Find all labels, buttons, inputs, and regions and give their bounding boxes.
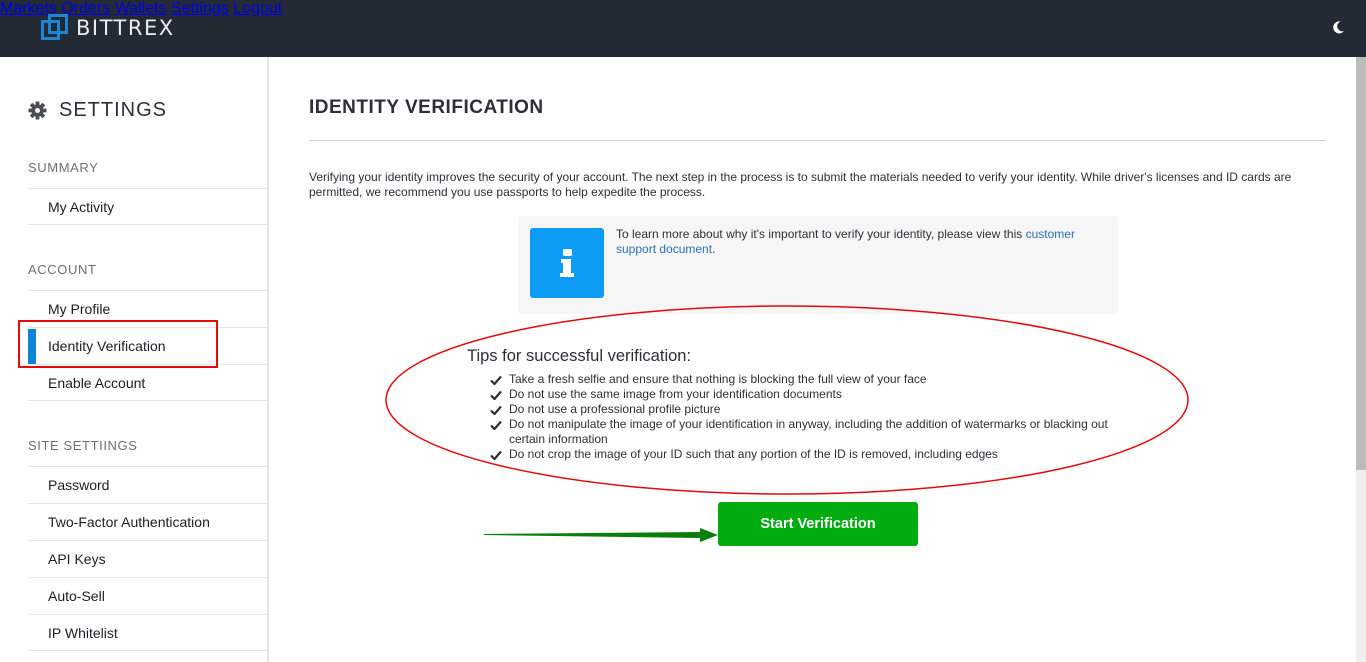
nav-logout[interactable]: Logout [233,0,282,17]
checkmark-icon [490,450,502,460]
bittrex-logo[interactable]: BITTREX [41,14,175,41]
title-divider [309,140,1326,141]
section-label-summary: SUMMARY [28,160,99,175]
sidebar-title: SETTINGS [28,99,167,122]
start-verification-button[interactable]: Start Verification [718,502,918,546]
section-label-site-settings: SITE SETTIINGS [28,438,138,453]
page-title: IDENTITY VERIFICATION [309,97,544,118]
annotation-arrow-icon [484,528,718,542]
info-icon [530,228,604,298]
moon-icon[interactable] [1330,19,1346,35]
info-text-end: . [712,242,716,256]
brand-name: BITTREX [76,15,175,40]
sidebar-item-ip-whitelist[interactable]: IP Whitelist [28,614,267,651]
nav-settings[interactable]: Settings [171,0,229,17]
page-scrollbar[interactable] [1356,57,1366,662]
checkmark-icon [490,405,502,415]
checkmark-icon [490,420,502,430]
tip-item: Do not manipulate the image of your iden… [489,417,1139,447]
top-navbar: BITTREX Markets Orders Wallets Settings … [0,0,1366,57]
tip-text: Do not use a professional profile pictur… [509,402,721,416]
info-text: To learn more about why it's important t… [616,227,1111,257]
checkmark-icon [490,390,502,400]
tip-text: Do not crop the image of your ID such th… [509,447,998,461]
info-text-body: To learn more about why it's important t… [616,227,1026,241]
tip-text: Do not manipulate the image of your iden… [509,417,1108,446]
sidebar-item-password[interactable]: Password [28,466,267,503]
sidebar-item-enable-account[interactable]: Enable Account [28,364,267,401]
tip-item: Do not use the same image from your iden… [489,387,1139,402]
tips-list: Take a fresh selfie and ensure that noth… [489,372,1139,462]
sidebar-item-two-factor-authentication[interactable]: Two-Factor Authentication [28,503,267,540]
scrollbar-thumb[interactable] [1356,57,1366,470]
tips-title: Tips for successful verification: [467,347,692,365]
sidebar-item-my-profile[interactable]: My Profile [28,290,267,327]
tip-item: Do not use a professional profile pictur… [489,402,1139,417]
bittrex-logo-icon [41,14,68,41]
tip-item: Do not crop the image of your ID such th… [489,447,1139,462]
gear-icon [28,101,47,120]
sidebar-item-identity-verification[interactable]: Identity Verification [28,327,267,364]
sidebar-item-auto-sell[interactable]: Auto-Sell [28,577,267,614]
sidebar-item-my-activity[interactable]: My Activity [28,188,267,225]
tip-text: Take a fresh selfie and ensure that noth… [509,372,927,386]
tip-item: Take a fresh selfie and ensure that noth… [489,372,1139,387]
sidebar-item-api-keys[interactable]: API Keys [28,540,267,577]
section-label-account: ACCOUNT [28,262,97,277]
info-callout: To learn more about why it's important t… [518,216,1118,314]
settings-sidebar: SETTINGS SUMMARY My Activity ACCOUNT My … [0,57,269,662]
checkmark-icon [490,375,502,385]
tip-text: Do not use the same image from your iden… [509,387,842,401]
intro-paragraph: Verifying your identity improves the sec… [309,170,1292,199]
sidebar-title-text: SETTINGS [59,99,168,121]
